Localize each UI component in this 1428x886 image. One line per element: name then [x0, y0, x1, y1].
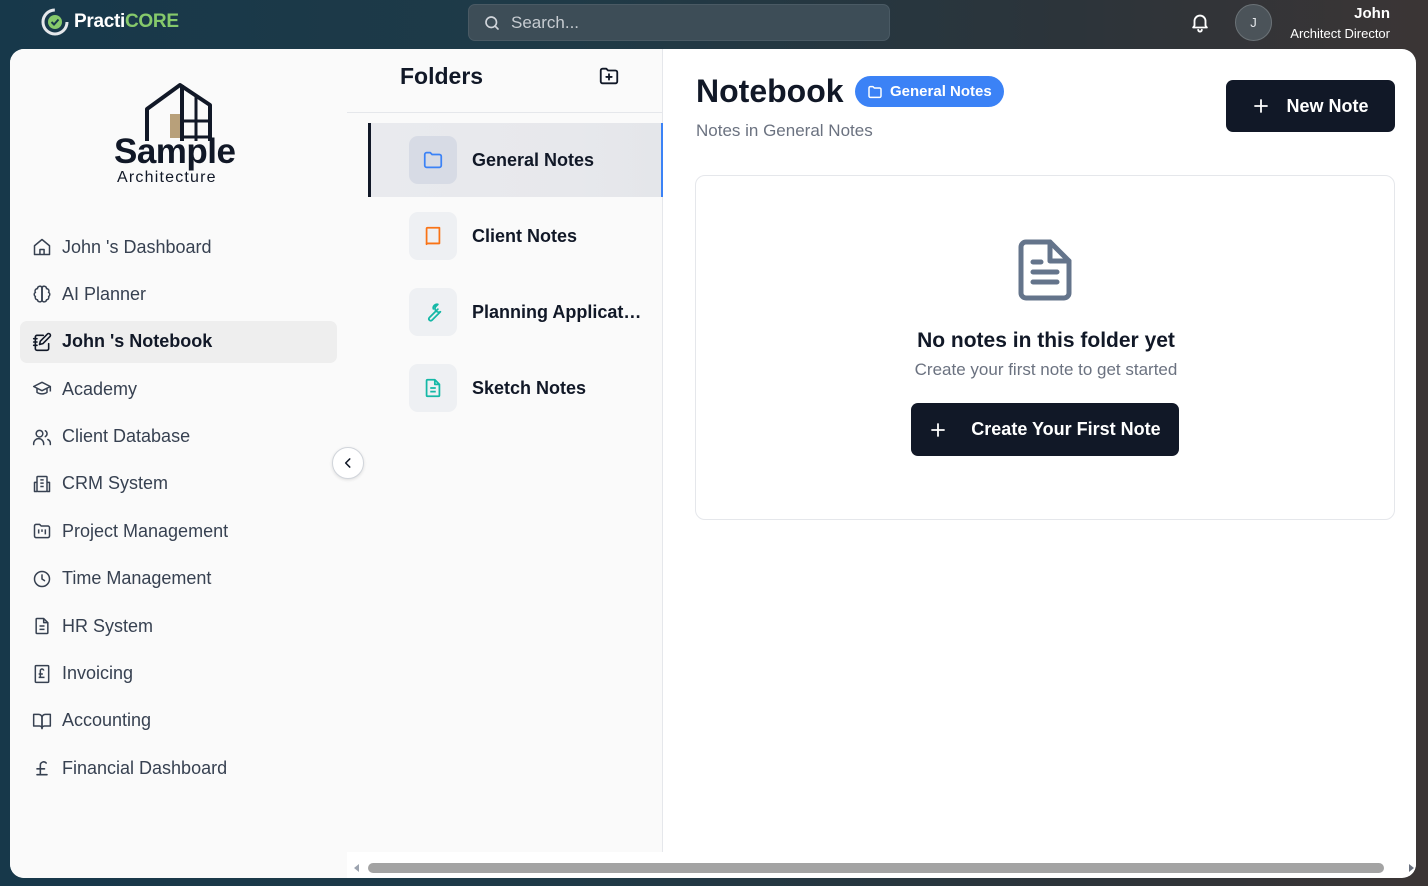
- folders-panel: Folders General Notes Client Notes Plann…: [347, 49, 663, 852]
- folder-item-sketch-notes[interactable]: Sketch Notes: [368, 351, 663, 425]
- home-icon: [33, 238, 51, 256]
- user-name: John: [1354, 5, 1390, 22]
- folder-icon-wrap: [409, 288, 457, 336]
- scrollbar-thumb[interactable]: [368, 863, 1384, 873]
- sidebar-item-academy[interactable]: Academy: [20, 368, 337, 410]
- wrench-icon: [428, 303, 442, 322]
- chevron-left-icon: [344, 458, 351, 468]
- sidebar-item-label: HR System: [62, 615, 154, 636]
- search-input[interactable]: [511, 12, 871, 33]
- sidebar-item-client-database[interactable]: Client Database: [20, 416, 337, 458]
- folder-icon-wrap: [409, 136, 457, 184]
- folder-item-general-notes[interactable]: General Notes: [368, 123, 663, 197]
- sidebar-item-notebook[interactable]: John 's Notebook: [20, 320, 337, 363]
- folders-header: Folders: [347, 49, 663, 113]
- folder-item-planning-applications[interactable]: Planning Applications: [368, 275, 663, 349]
- file-text-icon: [35, 617, 49, 635]
- sidebar-item-label: AI Planner: [62, 283, 147, 304]
- plus-icon: [931, 422, 946, 437]
- top-bar: PractiCORE J John Architect Director: [0, 0, 1428, 48]
- sidebar-item-invoicing[interactable]: Invoicing: [20, 653, 337, 695]
- book-open-icon: [32, 713, 52, 730]
- folder-icon-wrap: [409, 364, 457, 412]
- empty-state-subtitle: Create your first note to get started: [914, 360, 1178, 379]
- avatar[interactable]: J: [1235, 4, 1272, 41]
- folder-label: Client Notes: [472, 225, 578, 246]
- scroll-left-arrow-icon[interactable]: [354, 864, 359, 872]
- folder-label: Planning Applications: [472, 301, 642, 322]
- sidebar-item-label: Time Management: [62, 568, 212, 589]
- new-note-button[interactable]: New Note: [1226, 80, 1395, 132]
- add-folder-icon[interactable]: [598, 65, 620, 87]
- folder-icon-wrap: [409, 212, 457, 260]
- user-role: Architect Director: [1290, 26, 1390, 41]
- search-icon: [485, 15, 499, 30]
- sidebar-item-label: Client Database: [62, 426, 191, 447]
- file-text-icon: [425, 378, 441, 398]
- collapse-sidebar-button[interactable]: [332, 447, 364, 479]
- create-first-note-button[interactable]: Create Your First Note: [911, 403, 1179, 456]
- company-name: Sample: [114, 132, 236, 171]
- sidebar-item-hr-system[interactable]: HR System: [20, 605, 337, 647]
- sidebar-item-crm-system[interactable]: CRM System: [20, 463, 337, 505]
- search-bar[interactable]: [468, 4, 890, 41]
- folder-label: General Notes: [472, 149, 595, 170]
- clock-icon: [33, 570, 51, 587]
- scroll-right-arrow-icon[interactable]: [1409, 864, 1414, 872]
- plus-icon: [1254, 99, 1269, 113]
- building-icon: [33, 475, 51, 493]
- empty-state-title: No notes in this folder yet: [917, 329, 1175, 352]
- folder-item-client-notes[interactable]: Client Notes: [368, 199, 663, 273]
- receipt-pound-icon: [34, 664, 50, 683]
- sidebar-item-time-management[interactable]: Time Management: [20, 558, 337, 600]
- create-first-note-label: Create Your First Note: [971, 419, 1161, 439]
- sidebar-item-label: Accounting: [62, 710, 152, 731]
- main-content: Notebook General Notes Notes in General …: [663, 49, 1416, 852]
- folder-icon: [868, 85, 882, 98]
- sidebar-item-label: Project Management: [62, 520, 229, 541]
- folder-badge: General Notes: [855, 76, 1004, 107]
- page-title: Notebook: [696, 73, 844, 109]
- folders-title: Folders: [400, 63, 484, 89]
- sidebar-item-label: Academy: [62, 378, 138, 399]
- brand-logo-icon: [41, 8, 69, 36]
- sidebar-item-ai-planner[interactable]: AI Planner: [20, 273, 337, 315]
- pound-sign-icon: [36, 761, 48, 776]
- sidebar-item-label: CRM System: [62, 473, 169, 494]
- sidebar-item-label: John 's Dashboard: [62, 236, 212, 257]
- company-tagline: Architecture: [117, 169, 217, 186]
- folder-icon: [423, 151, 443, 169]
- folder-kanban-icon: [33, 523, 51, 539]
- app-shell: Sample Architecture John 's Dashboard AI…: [10, 49, 1416, 878]
- sidebar-nav: John 's Dashboard AI Planner John 's Not…: [20, 226, 337, 795]
- horizontal-scrollbar[interactable]: [354, 860, 1416, 876]
- users-icon: [32, 429, 52, 445]
- book-icon: [425, 226, 441, 246]
- notification-bell-icon[interactable]: [1189, 11, 1211, 33]
- sidebar: Sample Architecture John 's Dashboard AI…: [10, 49, 347, 878]
- brain-icon: [33, 285, 51, 303]
- brand-name: PractiCORE: [74, 11, 179, 32]
- sidebar-item-dashboard[interactable]: John 's Dashboard: [20, 226, 337, 268]
- folder-badge-label: General Notes: [890, 83, 992, 100]
- graduation-cap-icon: [32, 381, 52, 395]
- sidebar-item-project-management[interactable]: Project Management: [20, 510, 337, 552]
- document-icon: [1018, 239, 1072, 301]
- sidebar-item-label: John 's Notebook: [62, 331, 213, 352]
- new-note-label: New Note: [1286, 95, 1369, 116]
- brand[interactable]: PractiCORE: [40, 7, 179, 37]
- folder-list: General Notes Client Notes Planning Appl…: [368, 123, 663, 427]
- sidebar-item-label: Invoicing: [62, 663, 134, 684]
- page-subtitle: Notes in General Notes: [696, 121, 873, 140]
- folder-label: Sketch Notes: [472, 377, 587, 398]
- sidebar-item-accounting[interactable]: Accounting: [20, 700, 337, 742]
- sidebar-item-label: Financial Dashboard: [62, 757, 228, 778]
- sidebar-item-financial-dashboard[interactable]: Financial Dashboard: [20, 747, 337, 789]
- empty-state-card: No notes in this folder yet Create your …: [695, 175, 1395, 520]
- notebook-pen-icon: [32, 332, 52, 351]
